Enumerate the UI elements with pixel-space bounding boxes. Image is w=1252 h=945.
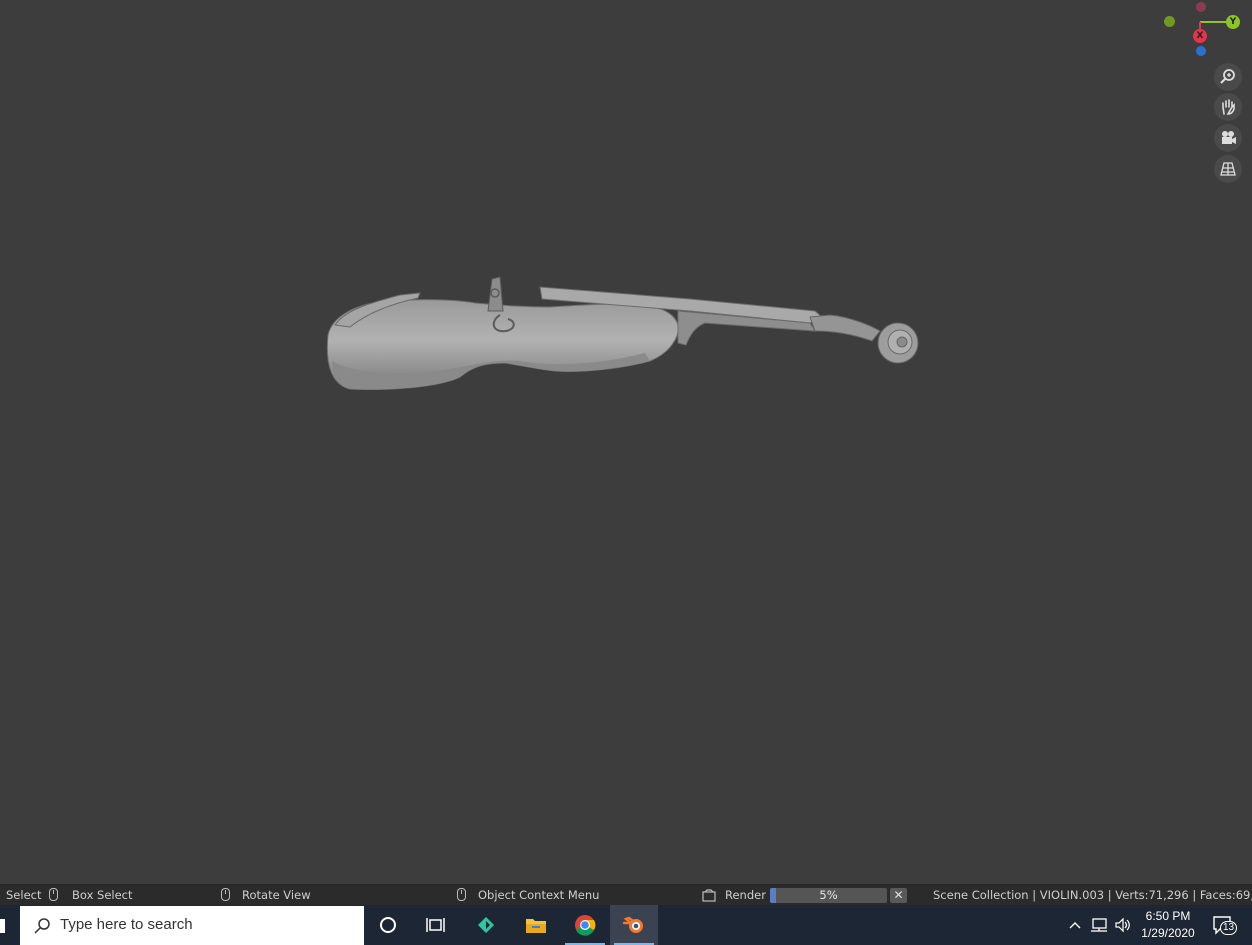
taskbar-blender[interactable] — [610, 905, 658, 945]
chevron-up-icon — [1069, 922, 1081, 929]
zoom-button[interactable] — [1214, 63, 1242, 91]
3d-viewport[interactable]: Y X — [0, 0, 1252, 884]
clock-date: 1/29/2020 — [1141, 926, 1195, 940]
render-icon — [702, 889, 716, 902]
violin-model[interactable] — [310, 265, 930, 405]
file-explorer-icon — [526, 919, 546, 933]
taskbar-chrome[interactable] — [561, 905, 609, 945]
taskbar-file-explorer[interactable] — [512, 905, 560, 945]
tray-overflow-button[interactable] — [1066, 905, 1084, 945]
search-placeholder: Type here to search — [60, 916, 193, 933]
camera-view-button[interactable] — [1214, 124, 1242, 152]
select-hint: Select — [6, 888, 42, 902]
notification-count-badge: 13 — [1220, 921, 1238, 935]
gizmo-neg-y[interactable] — [1164, 16, 1175, 27]
task-view-button[interactable] — [412, 905, 460, 945]
hand-pan-icon — [1222, 99, 1235, 115]
chrome-icon — [575, 915, 596, 936]
mouse-right-icon — [457, 888, 466, 901]
windows-taskbar: Type here to search 6:50 PM 1/29/2020 13 — [0, 905, 1252, 945]
action-center-button[interactable]: 13 — [1206, 905, 1240, 945]
blender-icon — [622, 916, 643, 933]
zoom-icon — [1220, 69, 1235, 84]
clock-time: 6:50 PM — [1145, 909, 1191, 923]
pan-button[interactable] — [1214, 93, 1242, 121]
context-menu-hint: Object Context Menu — [478, 888, 600, 902]
taskbar-clock[interactable]: 6:50 PM 1/29/2020 — [1132, 908, 1204, 942]
volume-button[interactable] — [1112, 905, 1134, 945]
scene-stats: Scene Collection | VIOLIN.003 | Verts:71… — [933, 888, 1252, 902]
mouse-left-icon — [49, 888, 58, 901]
cancel-render-button[interactable]: ✕ — [890, 888, 907, 903]
search-icon — [34, 918, 50, 934]
taskbar-search-box[interactable]: Type here to search — [20, 906, 364, 945]
volume-icon — [1115, 917, 1130, 933]
gizmo-neg-x[interactable] — [1196, 2, 1206, 12]
rotate-view-hint: Rotate View — [242, 888, 311, 902]
gizmo-axes — [1199, 21, 1233, 36]
render-progress-bar: 5% — [770, 888, 887, 903]
app-diamond-icon — [478, 917, 494, 933]
camera-icon — [1222, 131, 1236, 144]
network-icon — [1091, 918, 1107, 932]
gizmo-z-axis[interactable] — [1196, 46, 1206, 56]
perspective-grid-icon — [1220, 162, 1236, 176]
render-progress-text: 5% — [819, 888, 838, 902]
status-bar: Select Box Select Rotate View Object Con… — [0, 884, 1252, 906]
cortana-button[interactable] — [364, 905, 412, 945]
navigation-gizmo[interactable]: Y X — [1160, 0, 1252, 62]
taskbar-app-diamond[interactable] — [462, 905, 510, 945]
task-view-icon — [426, 918, 445, 932]
mouse-middle-icon — [221, 888, 230, 901]
network-button[interactable] — [1088, 905, 1110, 945]
gizmo-y-axis[interactable]: Y — [1226, 15, 1240, 29]
gizmo-x-axis[interactable]: X — [1193, 29, 1207, 43]
start-button[interactable] — [0, 919, 5, 933]
perspective-toggle-button[interactable] — [1214, 155, 1242, 183]
render-label: Render — [725, 888, 766, 902]
box-select-hint: Box Select — [72, 888, 133, 902]
cortana-icon — [380, 917, 396, 933]
